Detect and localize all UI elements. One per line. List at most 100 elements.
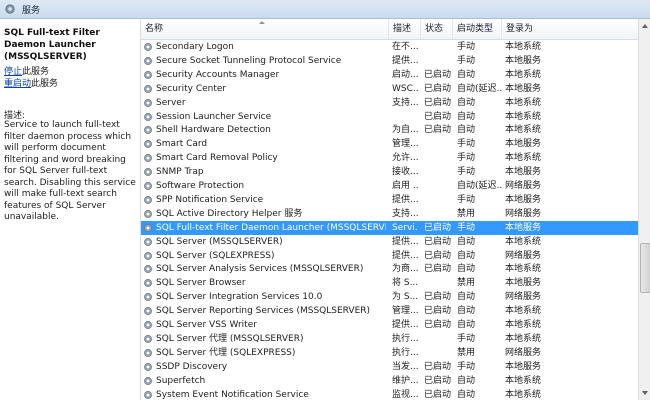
service-log-on-as-cell: 本地服务 bbox=[505, 139, 542, 150]
service-startup-type-cell: 禁用 bbox=[457, 278, 476, 289]
service-log-on-as-cell: 本地系统 bbox=[505, 111, 542, 122]
service-gear-icon bbox=[144, 112, 152, 121]
restart-service-link[interactable]: 重启动 bbox=[4, 79, 31, 89]
table-row[interactable]: SQL Full-text Filter Daemon Launcher (MS… bbox=[141, 220, 638, 235]
service-gear-icon bbox=[144, 293, 152, 302]
table-row[interactable]: SQL Server Reporting Services (MSSQLSERV… bbox=[141, 304, 638, 318]
table-row[interactable]: SQL Server Integration Services 10.0 为 S.… bbox=[141, 290, 638, 304]
service-description-cell: WSC... bbox=[392, 83, 418, 94]
column-header-description[interactable]: 描述 bbox=[389, 19, 421, 39]
service-name-cell: SQL Server Reporting Services (MSSQLSERV… bbox=[156, 306, 371, 317]
table-row[interactable]: SPP Notification Service 提供... 手动 本地服务 bbox=[141, 193, 638, 207]
service-gear-icon bbox=[144, 223, 152, 232]
service-gear-icon bbox=[144, 195, 152, 204]
scroll-up-arrow-icon bbox=[642, 24, 648, 28]
table-row[interactable]: SQL Server VSS Writer 提供... 已启动 自动 本地系统 bbox=[141, 318, 638, 332]
service-startup-type-cell: 自动 bbox=[457, 264, 476, 275]
table-row[interactable]: SQL Server Browser 将 S... 禁用 本地服务 bbox=[141, 276, 638, 290]
table-row[interactable]: SQL Server 代理 (SQLEXPRESS) 执行... 禁用 网络服务 bbox=[141, 346, 638, 360]
service-name-cell: Smart Card bbox=[156, 139, 208, 150]
service-log-on-as-cell: 本地系统 bbox=[505, 333, 542, 344]
details-pane: SQL Full-text Filter Daemon Launcher (MS… bbox=[0, 19, 141, 400]
service-startup-type-cell: 自动 bbox=[457, 250, 476, 261]
service-description-cell: 在不... bbox=[392, 42, 418, 52]
table-row[interactable]: Secondary Logon 在不... 手动 本地系统 bbox=[141, 40, 638, 54]
service-description-cell: 执行... bbox=[392, 333, 418, 344]
service-startup-type-cell: 自动 bbox=[457, 375, 476, 386]
table-row[interactable]: Secure Socket Tunneling Protocol Service… bbox=[141, 54, 638, 68]
service-log-on-as-cell: 本地服务 bbox=[505, 278, 542, 289]
service-status-cell: 已启动 bbox=[424, 306, 452, 317]
table-row[interactable]: SQL Server 代理 (MSSQLSERVER) 执行... 手动 本地系统 bbox=[141, 332, 638, 346]
service-description-cell: 提供... bbox=[392, 236, 418, 247]
services-gear-icon bbox=[5, 4, 15, 14]
column-header-name[interactable]: 名称 bbox=[141, 19, 389, 39]
service-log-on-as-cell: 网络服务 bbox=[505, 181, 542, 191]
table-row[interactable]: SNMP Trap 接收... 手动 本地服务 bbox=[141, 165, 638, 179]
table-row[interactable]: Security Accounts Manager 启动... 已启动 自动 本地系统 bbox=[141, 68, 638, 82]
service-status-cell: 已启动 bbox=[424, 83, 452, 94]
service-description-cell: 接收... bbox=[392, 167, 418, 178]
service-gear-icon bbox=[144, 251, 152, 260]
table-row[interactable]: Server 支持... 已启动 自动 本地系统 bbox=[141, 96, 638, 110]
column-header-startup-type[interactable]: 启动类型 bbox=[453, 19, 502, 39]
service-description-cell: 为商... bbox=[392, 264, 418, 275]
service-gear-icon bbox=[144, 237, 152, 246]
service-startup-type-cell: 自动 bbox=[457, 111, 476, 122]
table-row[interactable]: Smart Card Removal Policy 允许... 手动 本地系统 bbox=[141, 151, 638, 165]
table-row[interactable]: Shell Hardware Detection 为自... 已启动 自动 本地系统 bbox=[141, 123, 638, 137]
service-log-on-as-cell: 本地服务 bbox=[505, 83, 542, 94]
service-startup-type-cell: 自动 bbox=[457, 236, 476, 247]
service-status-cell: 已启动 bbox=[424, 111, 452, 122]
scroll-down-button[interactable] bbox=[639, 386, 650, 400]
service-log-on-as-cell: 本地系统 bbox=[505, 125, 542, 136]
restart-service-line: 重启动此服务 bbox=[4, 76, 58, 89]
service-description-cell: 为 S... bbox=[392, 292, 418, 303]
table-row[interactable]: SQL Server (MSSQLSERVER) 提供... 已启动 自动 本地系统 bbox=[141, 235, 638, 249]
table-row[interactable]: Security Center WSC... 已启动自动(延迟...本地服务 bbox=[141, 82, 638, 96]
service-log-on-as-cell: 本地系统 bbox=[505, 236, 542, 247]
column-header-log-on-as[interactable]: 登录为 bbox=[502, 19, 638, 39]
table-row[interactable]: SQL Server (SQLEXPRESS) 提供... 已启动 自动 网络服务 bbox=[141, 249, 638, 263]
service-name-cell: SPP Notification Service bbox=[156, 194, 264, 205]
service-name-cell: SQL Server Integration Services 10.0 bbox=[156, 292, 323, 303]
service-name-cell: Smart Card Removal Policy bbox=[156, 153, 278, 164]
service-startup-type-cell: 自动 bbox=[457, 125, 476, 136]
service-description-cell: 管理... bbox=[392, 139, 418, 150]
service-gear-icon bbox=[144, 362, 152, 371]
service-startup-type-cell: 手动 bbox=[457, 194, 476, 205]
service-name-cell: Session Launcher Service bbox=[156, 111, 272, 122]
service-gear-icon bbox=[144, 348, 152, 357]
scroll-up-button[interactable] bbox=[639, 19, 650, 33]
service-name-cell: Superfetch bbox=[156, 375, 206, 386]
sort-ascending-icon bbox=[259, 21, 265, 24]
service-startup-type-cell: 手动 bbox=[457, 42, 476, 52]
table-row[interactable]: SSDP Discovery 当发... 已启动 手动 本地服务 bbox=[141, 360, 638, 374]
service-gear-icon bbox=[144, 126, 152, 135]
service-description-cell: 启动... bbox=[392, 69, 418, 80]
table-row[interactable]: SQL Active Directory Helper 服务 支持... 禁用 网络服… bbox=[141, 207, 638, 221]
service-name-cell: Secondary Logon bbox=[156, 42, 234, 52]
column-header-status[interactable]: 状态 bbox=[421, 19, 453, 39]
table-row[interactable]: Software Protection 启用 ... 自动(延迟...网络服务 bbox=[141, 179, 638, 193]
service-description-cell: 提供... bbox=[392, 55, 418, 66]
scrollbar-thumb[interactable] bbox=[640, 243, 650, 293]
service-description-cell: 允许... bbox=[392, 153, 418, 164]
service-name-cell: SQL Full-text Filter Daemon Launcher (MS… bbox=[156, 222, 386, 233]
service-status-cell: 已启动 bbox=[424, 264, 452, 275]
service-startup-type-cell: 手动 bbox=[457, 361, 476, 372]
service-name-cell: SQL Server (MSSQLSERVER) bbox=[156, 236, 283, 247]
service-startup-type-cell: 禁用 bbox=[457, 208, 476, 219]
table-row[interactable]: Superfetch 维护... 已启动 自动 本地系统 bbox=[141, 374, 638, 388]
service-name-cell: SQL Server 代理 (SQLEXPRESS) bbox=[156, 347, 296, 358]
table-row[interactable]: Smart Card 管理... 手动 本地服务 bbox=[141, 137, 638, 151]
table-row[interactable]: System Event Notification Service 监视... 已启… bbox=[141, 388, 638, 400]
service-name-cell: SQL Server Analysis Services (MSSQLSERVE… bbox=[156, 264, 364, 275]
table-row[interactable]: SQL Server Analysis Services (MSSQLSERVE… bbox=[141, 262, 638, 276]
service-log-on-as-cell: 网络服务 bbox=[505, 208, 542, 219]
service-name-cell: SSDP Discovery bbox=[156, 361, 228, 372]
service-name-cell: System Event Notification Service bbox=[156, 389, 309, 400]
table-row[interactable]: Session Launcher Service 已启动 自动 本地系统 bbox=[141, 110, 638, 124]
restart-service-suffix: 此服务 bbox=[31, 79, 59, 89]
vertical-scrollbar[interactable] bbox=[638, 19, 650, 400]
